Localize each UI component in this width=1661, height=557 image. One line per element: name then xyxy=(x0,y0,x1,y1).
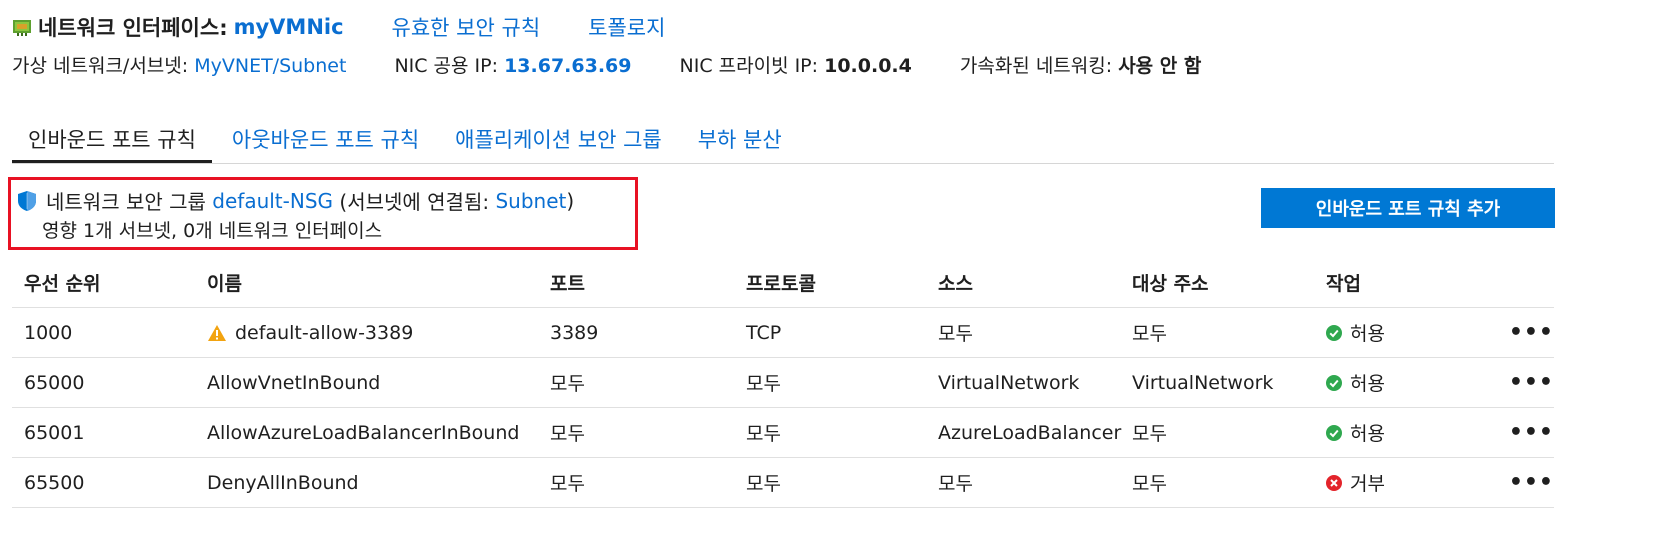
name-cell: default-allow-3389 xyxy=(195,322,538,344)
vnet-subnet-link[interactable]: MyVNET/Subnet xyxy=(194,55,346,77)
table-row[interactable]: 65001 AllowAzureLoadBalancerInBound 모두 모… xyxy=(12,408,1554,458)
public-ip-label: NIC 공용 IP: xyxy=(394,54,499,77)
table-header-row: 우선 순위 이름 포트 프로토콜 소스 대상 주소 작업 xyxy=(12,258,1554,308)
row-more-menu[interactable]: ••• xyxy=(1494,370,1554,395)
table-row[interactable]: 65000 AllowVnetInBound 모두 모두 VirtualNetw… xyxy=(12,358,1554,408)
allow-check-icon xyxy=(1326,324,1342,341)
nsg-impact-text: 영향 1개 서브넷, 0개 네트워크 인터페이스 xyxy=(42,220,383,242)
destination-cell: 모두 xyxy=(1132,423,1167,445)
add-inbound-port-rule-button[interactable]: 인바운드 포트 규칙 추가 xyxy=(1261,188,1555,228)
nsg-name-link[interactable]: default-NSG xyxy=(212,189,333,213)
priority-cell: 65001 xyxy=(24,421,85,444)
nic-name-link[interactable]: myVMNic xyxy=(234,15,344,39)
name-cell: AllowAzureLoadBalancerInBound xyxy=(195,422,538,444)
private-ip-value: 10.0.0.4 xyxy=(824,54,912,77)
public-ip-link[interactable]: 13.67.63.69 xyxy=(504,55,631,77)
page-title-label: 네트워크 인터페이스: xyxy=(38,16,228,40)
tab-inbound-port-rules[interactable]: 인바운드 포트 규칙 xyxy=(12,118,212,163)
source-cell: 모두 xyxy=(938,473,973,495)
column-header-action[interactable]: 작업 xyxy=(1314,269,1494,296)
deny-x-icon xyxy=(1326,474,1342,491)
action-cell: 허용 xyxy=(1314,419,1494,446)
name-cell: DenyAllInBound xyxy=(195,472,538,494)
column-header-destination[interactable]: 대상 주소 xyxy=(1120,269,1314,296)
destination-cell: 모두 xyxy=(1132,473,1167,495)
destination-cell: VirtualNetwork xyxy=(1132,371,1274,394)
public-ip-property: NIC 공용 IP: 13.67.63.69 xyxy=(394,51,631,78)
inbound-rules-table: 우선 순위 이름 포트 프로토콜 소스 대상 주소 작업 1000 defaul… xyxy=(12,258,1554,508)
name-cell: AllowVnetInBound xyxy=(195,372,538,394)
allow-check-icon xyxy=(1326,374,1342,391)
shield-icon xyxy=(18,190,36,211)
row-more-menu[interactable]: ••• xyxy=(1494,470,1554,495)
accelerated-networking-value: 사용 안 함 xyxy=(1118,54,1202,77)
protocol-cell: 모두 xyxy=(746,423,781,445)
priority-cell: 65500 xyxy=(24,471,85,494)
nsg-summary-highlight: 네트워크 보안 그룹 default-NSG (서브넷에 연결됨: Subnet… xyxy=(8,177,638,250)
accelerated-networking-property: 가속화된 네트워킹: 사용 안 함 xyxy=(960,51,1202,78)
action-label: 허용 xyxy=(1350,323,1385,345)
action-cell: 거부 xyxy=(1314,469,1494,496)
nic-properties: 가상 네트워크/서브넷: MyVNET/Subnet NIC 공용 IP: 13… xyxy=(12,50,1249,78)
row-more-menu[interactable]: ••• xyxy=(1494,420,1554,445)
nsg-prefix: 네트워크 보안 그룹 xyxy=(46,190,206,214)
column-header-name[interactable]: 이름 xyxy=(195,269,538,296)
port-cell: 3389 xyxy=(550,321,599,344)
row-more-menu[interactable]: ••• xyxy=(1494,320,1554,345)
column-header-protocol[interactable]: 프로토콜 xyxy=(734,269,926,296)
nsg-attached-suffix: ) xyxy=(566,188,575,213)
private-ip-property: NIC 프라이빗 IP: 10.0.0.4 xyxy=(680,51,912,78)
rules-tabs: 인바운드 포트 규칙 아웃바운드 포트 규칙 애플리케이션 보안 그룹 부하 분… xyxy=(12,118,1554,164)
destination-cell: 모두 xyxy=(1132,323,1167,345)
warning-icon xyxy=(208,324,226,341)
topology-link[interactable]: 토폴로지 xyxy=(588,12,665,42)
port-cell: 모두 xyxy=(550,373,585,395)
protocol-cell: 모두 xyxy=(746,373,781,395)
action-label: 허용 xyxy=(1350,373,1385,395)
rule-name: DenyAllInBound xyxy=(207,471,359,494)
tab-application-security-groups[interactable]: 애플리케이션 보안 그룹 xyxy=(439,118,678,163)
nsg-attached-prefix: (서브넷에 연결됨: xyxy=(339,190,490,214)
tab-load-balancing[interactable]: 부하 분산 xyxy=(682,118,798,163)
source-cell: 모두 xyxy=(938,323,973,345)
resource-header: 네트워크 인터페이스: myVMNic 유효한 보안 규칙 토폴로지 xyxy=(12,10,665,44)
effective-security-rules-link[interactable]: 유효한 보안 규칙 xyxy=(392,12,541,42)
priority-cell: 65000 xyxy=(24,371,85,394)
table-row[interactable]: 65500 DenyAllInBound 모두 모두 모두 모두 거부 ••• xyxy=(12,458,1554,508)
accelerated-networking-label: 가속화된 네트워킹: xyxy=(959,54,1113,77)
action-cell: 허용 xyxy=(1314,369,1494,396)
column-header-priority[interactable]: 우선 순위 xyxy=(12,269,195,296)
action-cell: 허용 xyxy=(1314,319,1494,346)
vnet-property: 가상 네트워크/서브넷: MyVNET/Subnet xyxy=(12,51,346,78)
source-cell: AzureLoadBalancer xyxy=(938,421,1122,444)
port-cell: 모두 xyxy=(550,423,585,445)
column-header-port[interactable]: 포트 xyxy=(538,269,734,296)
action-label: 거부 xyxy=(1350,473,1385,495)
vnet-label: 가상 네트워크/서브넷: xyxy=(12,54,189,77)
source-cell: VirtualNetwork xyxy=(938,371,1080,394)
nsg-subnet-link[interactable]: Subnet xyxy=(495,189,566,213)
rule-name: AllowAzureLoadBalancerInBound xyxy=(207,421,520,444)
rule-name: AllowVnetInBound xyxy=(207,371,381,394)
tab-outbound-port-rules[interactable]: 아웃바운드 포트 규칙 xyxy=(216,118,435,163)
protocol-cell: 모두 xyxy=(746,473,781,495)
action-label: 허용 xyxy=(1350,423,1385,445)
column-header-source[interactable]: 소스 xyxy=(926,269,1120,296)
network-interface-icon xyxy=(13,20,31,36)
protocol-cell: TCP xyxy=(746,321,782,344)
allow-check-icon xyxy=(1326,424,1342,441)
priority-cell: 1000 xyxy=(24,321,73,344)
table-row[interactable]: 1000 default-allow-3389 3389 TCP 모두 모두 허… xyxy=(12,308,1554,358)
rule-name: default-allow-3389 xyxy=(235,321,414,344)
private-ip-label: NIC 프라이빗 IP: xyxy=(679,54,819,77)
port-cell: 모두 xyxy=(550,473,585,495)
nsg-summary-line: 네트워크 보안 그룹 default-NSG (서브넷에 연결됨: Subnet… xyxy=(16,186,574,215)
